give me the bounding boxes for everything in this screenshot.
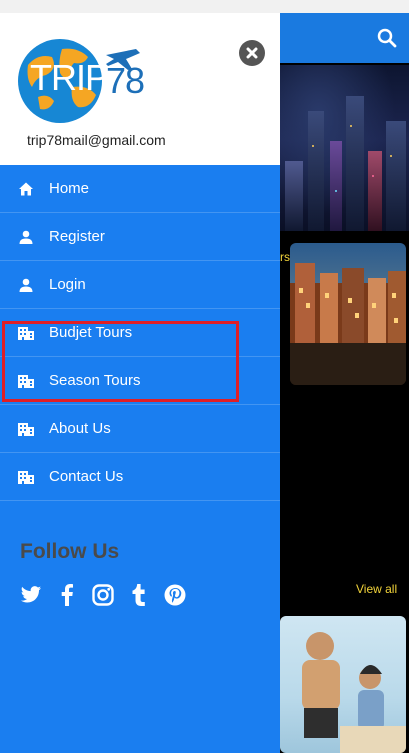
pinterest-icon[interactable] [164, 584, 186, 606]
trip78-logo: TRIP 78 [18, 35, 145, 125]
close-drawer-button[interactable] [239, 40, 265, 66]
logo-number: 78 [106, 60, 145, 101]
close-icon [246, 47, 258, 59]
hero-city-image [280, 65, 409, 231]
person-icon [17, 276, 35, 294]
menu-label-contact-us: Contact Us [49, 468, 124, 485]
menu-label-register: Register [49, 228, 105, 245]
menu-item-contact-us[interactable]: Contact Us [0, 453, 280, 501]
instagram-icon[interactable] [92, 584, 114, 606]
menu-item-login[interactable]: Login [0, 261, 280, 309]
menu-item-home[interactable]: Home [0, 165, 280, 213]
facebook-icon[interactable] [56, 584, 78, 606]
building-icon [17, 468, 35, 486]
tumblr-icon[interactable] [128, 584, 150, 606]
logo-text: TRIP [30, 57, 109, 98]
menu-item-register[interactable]: Register [0, 213, 280, 261]
card-title-fragment: rs [280, 250, 290, 264]
social-links [20, 584, 186, 606]
menu-label-home: Home [49, 180, 90, 197]
menu-label-about-us: About Us [49, 420, 111, 437]
person-icon [17, 228, 35, 246]
building-icon [17, 420, 35, 438]
menu-label-login: Login [49, 276, 86, 293]
highlight-box [2, 321, 239, 402]
view-all-link[interactable]: View all [356, 582, 397, 596]
tour-card-amsterdam[interactable] [290, 243, 406, 385]
search-icon[interactable] [375, 26, 399, 50]
follow-us-heading: Follow Us [20, 540, 120, 563]
drawer-header: TRIP 78 trip78mail@gmail.com [0, 13, 280, 165]
home-icon [17, 180, 35, 198]
user-email: trip78mail@gmail.com [27, 132, 166, 148]
menu-item-about-us[interactable]: About Us [0, 405, 280, 453]
tour-card-family[interactable] [280, 616, 406, 753]
twitter-icon[interactable] [20, 584, 42, 606]
